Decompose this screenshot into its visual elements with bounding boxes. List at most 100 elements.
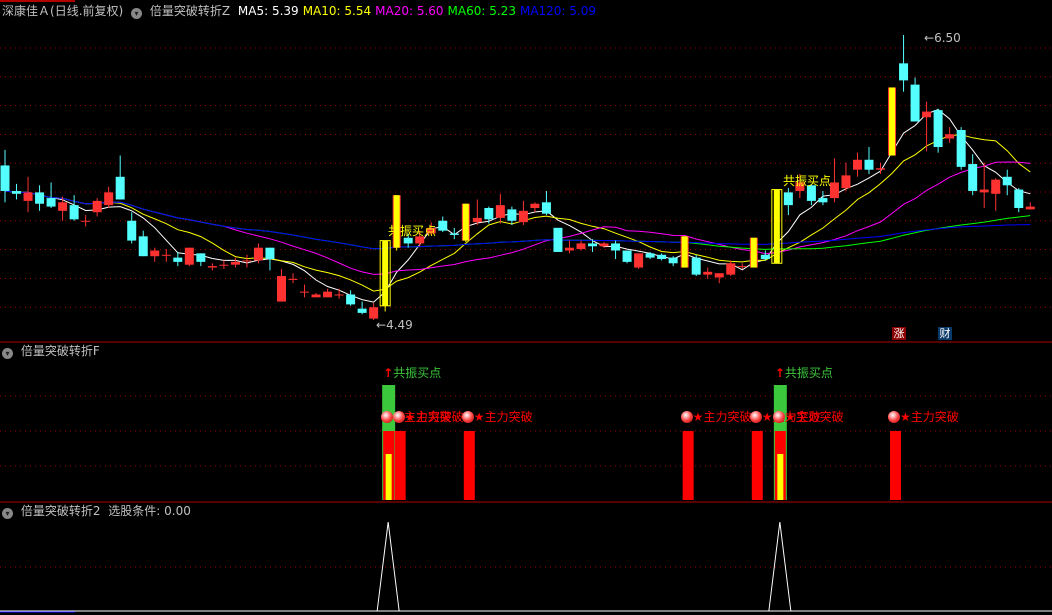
candle-body <box>219 264 229 266</box>
candle-body <box>945 134 955 139</box>
candle-body <box>518 210 528 223</box>
signal-bar <box>777 454 784 500</box>
candle-body <box>276 276 286 302</box>
cai-badge[interactable]: 财 <box>938 327 952 340</box>
candle-body <box>196 253 206 262</box>
breakout-bar <box>890 431 902 500</box>
candle-body <box>161 254 171 256</box>
candle-body <box>35 192 45 204</box>
signal-bar <box>750 237 757 268</box>
candle-body <box>184 247 194 265</box>
ball-icon <box>749 411 762 423</box>
candle-body <box>703 271 713 275</box>
star-icon: ★ <box>900 410 911 424</box>
stock-chart[interactable] <box>0 0 1052 615</box>
candle-body <box>115 176 125 200</box>
ball-icon <box>381 411 394 423</box>
indicator-menu-icon[interactable]: ▾ <box>131 8 143 19</box>
candle-body <box>12 190 22 194</box>
ma5-line <box>4 109 1031 303</box>
candle-body <box>104 192 114 206</box>
ma20-line <box>4 161 1031 275</box>
candle-body <box>92 200 102 213</box>
candle-body <box>714 273 724 278</box>
candle-body <box>899 63 909 81</box>
condition-value: 0.00 <box>164 504 191 518</box>
max-price-label: ←6.50 <box>924 32 961 44</box>
candle-body <box>773 189 780 264</box>
zhang-badge[interactable]: 涨 <box>892 327 906 340</box>
up-arrow-icon: ↑ <box>774 366 785 380</box>
resonance-buy-text: 共振买点 <box>784 366 833 380</box>
breakout-text: 主力突破 <box>703 410 752 424</box>
candle-body <box>657 254 667 260</box>
candle-body <box>588 243 598 247</box>
star-icon: ★ <box>692 410 704 424</box>
candle-body <box>1025 206 1035 210</box>
candle-body <box>933 110 943 148</box>
candle-body <box>323 291 333 298</box>
candle-body <box>311 294 321 298</box>
indicator-menu-icon[interactable]: ▾ <box>2 348 13 359</box>
star-icon: ★ <box>784 410 796 424</box>
min-price-value: 4.49 <box>386 318 413 332</box>
signal-bar <box>393 195 400 248</box>
main-force-breakout-label: ★主力突破 <box>888 411 959 423</box>
candle-body <box>288 278 298 280</box>
candle-body <box>300 291 310 293</box>
candle-body <box>346 294 356 305</box>
resonance-buy-label: 共振买点 <box>783 174 832 188</box>
candle-body <box>173 257 183 262</box>
candle-body <box>58 202 68 211</box>
panel2-title[interactable]: 倍量突破转折F <box>21 344 100 358</box>
up-arrow-icon: ↑ <box>383 366 394 380</box>
ma-legend-item: MA20: 5.60 <box>375 4 444 18</box>
candle-body <box>46 198 56 207</box>
candle-body <box>484 207 494 220</box>
breakout-bar <box>751 431 763 500</box>
candle-body <box>922 111 932 118</box>
ball-icon <box>680 411 693 423</box>
main-force-breakout-label: ★主力突破 <box>461 410 533 424</box>
breakout-text: 主力突破 <box>484 410 533 424</box>
candle-body <box>599 243 609 247</box>
panel2-header: ▾ 倍量突破转折F <box>2 344 104 359</box>
ma-legend-item: MA5: 5.39 <box>237 4 299 18</box>
star-icon: ★ <box>404 410 416 424</box>
panel3-title[interactable]: 倍量突破转折2 <box>21 504 101 518</box>
star-icon: ★ <box>473 410 485 424</box>
candle-body <box>622 250 632 262</box>
candle-body <box>127 220 137 241</box>
breakout-bar <box>682 431 694 500</box>
condition-label: 选股条件: <box>108 504 161 518</box>
active-tab-marker <box>0 0 75 2</box>
selection-spike <box>768 521 792 612</box>
arrow-icon: ← <box>924 31 935 45</box>
ball-icon <box>461 411 474 423</box>
candle-body <box>541 202 551 214</box>
breakout-bar <box>394 431 406 500</box>
resonance-buy-label: 共振买点 <box>388 224 437 238</box>
candle-body <box>472 217 482 223</box>
candle-body <box>495 205 505 218</box>
candle-body <box>726 263 736 275</box>
candle-body <box>864 159 874 170</box>
candle-body <box>841 175 851 189</box>
candle-body <box>382 240 389 306</box>
ma-legend-item: MA60: 5.23 <box>447 4 516 18</box>
resonance-buy-label: ↑共振买点 <box>383 367 441 379</box>
indicator-menu-icon[interactable]: ▾ <box>2 508 13 519</box>
candle-body <box>876 168 886 170</box>
main-header: 深康佳Ａ(日线.前复权) ▾ 倍量突破转折Z MA5: 5.39 MA10: 5.… <box>2 4 604 19</box>
signal-bar <box>889 87 896 156</box>
candle-body <box>530 203 540 208</box>
resonance-buy-text: 共振买点 <box>393 366 442 380</box>
candle-body <box>1002 176 1012 186</box>
candle-body <box>438 220 448 231</box>
indicator-name[interactable]: 倍量突破转折Z <box>150 4 230 18</box>
candle-body <box>138 236 148 257</box>
candle-body <box>991 179 1001 194</box>
main-force-breakout-label: ★主力突破 <box>772 410 844 424</box>
resonance-buy-label: ↑共振买点 <box>775 367 833 379</box>
candle-body <box>553 227 563 252</box>
